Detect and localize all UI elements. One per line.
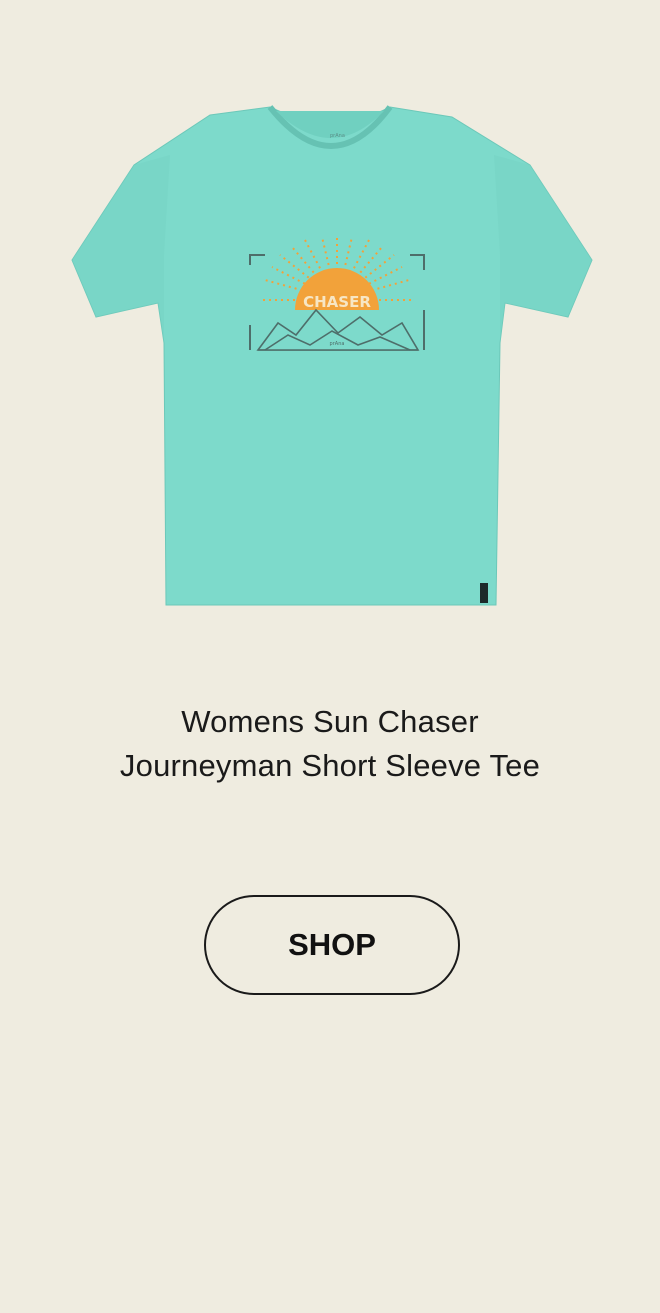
product-title-line-1: Womens Sun Chaser bbox=[181, 704, 479, 739]
shop-button[interactable]: SHOP bbox=[204, 895, 460, 995]
t-shirt-icon: prAna CHASER prAna bbox=[71, 105, 593, 606]
product-card: prAna CHASER prAna Womens Sun Chaser Jou… bbox=[0, 0, 660, 1313]
graphic-text: CHASER bbox=[303, 293, 371, 311]
product-title: Womens Sun Chaser Journeyman Short Sleev… bbox=[0, 700, 660, 788]
product-image[interactable]: prAna CHASER prAna bbox=[60, 95, 605, 615]
product-title-line-2: Journeyman Short Sleeve Tee bbox=[119, 748, 541, 783]
svg-text:prAna: prAna bbox=[330, 133, 345, 139]
svg-text:prAna: prAna bbox=[330, 341, 345, 347]
